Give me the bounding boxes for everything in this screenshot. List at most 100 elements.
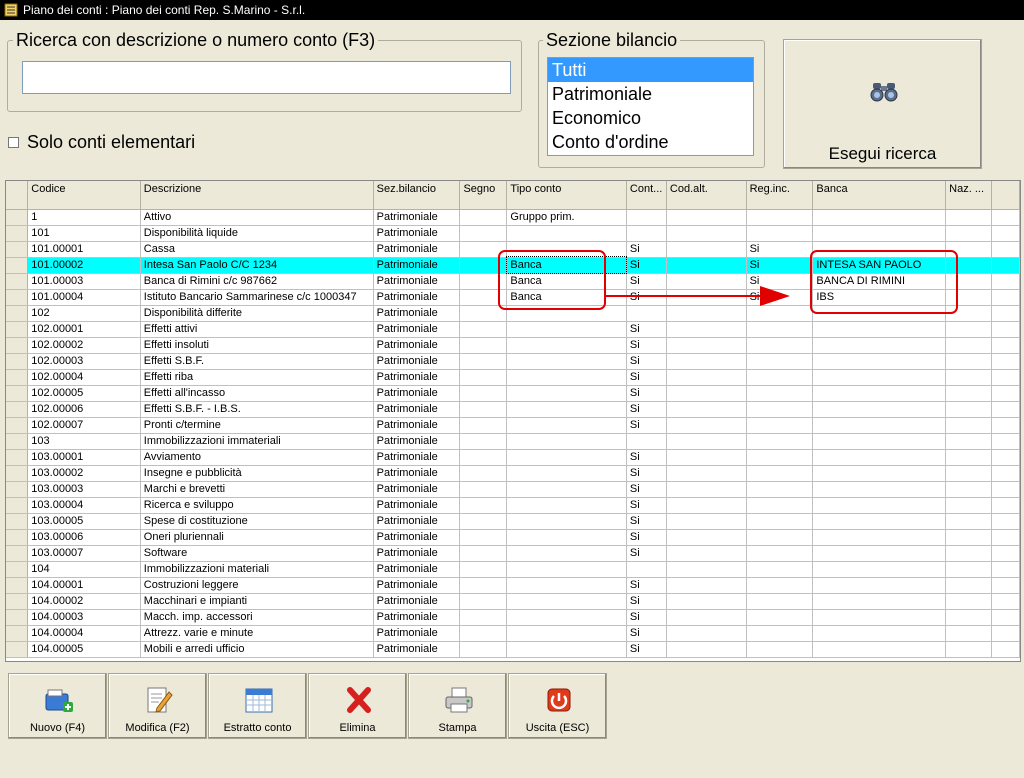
column-header[interactable]: Naz. ... [945,181,993,210]
row-header[interactable] [6,401,29,418]
checkbox-box[interactable] [8,137,19,148]
table-row[interactable]: 103 Immobilizzazioni immateriali Patrimoni… [6,433,1020,450]
table-cell[interactable]: Disponibilità liquide [140,225,374,242]
table-cell[interactable] [945,225,993,242]
table-cell[interactable] [459,577,508,594]
table-cell[interactable] [666,385,747,402]
table-cell[interactable] [746,465,814,482]
table-row[interactable]: 101.00003 Banca di Rimini c/c 987662 Patri… [6,273,1020,290]
table-cell[interactable] [812,433,947,450]
table-cell[interactable]: Si [746,257,814,274]
table-row[interactable]: 101.00002 Intesa San Paolo C/C 1234 Patrim… [6,256,1020,274]
table-cell[interactable] [459,369,508,386]
table-cell[interactable]: Si [626,369,667,386]
section-option-conto-ordine[interactable]: Conto d'ordine [548,130,753,154]
table-cell[interactable] [666,433,747,450]
table-cell[interactable]: Patrimoniale [373,385,461,402]
table-cell[interactable] [812,529,947,546]
table-cell[interactable] [666,465,747,482]
column-header[interactable]: Codice [27,181,141,210]
table-cell[interactable]: Insegne e pubblicità [140,465,374,482]
table-cell[interactable] [666,497,747,514]
row-header[interactable] [6,433,29,450]
table-cell[interactable]: 103.00005 [27,513,141,530]
table-cell[interactable] [506,481,627,498]
section-listbox[interactable]: Tutti Patrimoniale Economico Conto d'ord… [547,57,754,156]
table-cell[interactable] [506,641,627,658]
table-row[interactable]: 102.00007 Pronti c/termine Patrimoniale Si [6,417,1020,434]
column-header[interactable]: Cod.alt. [666,181,747,210]
table-cell[interactable]: Effetti attivi [140,321,374,338]
table-cell[interactable]: Patrimoniale [373,561,461,578]
table-cell[interactable] [746,561,814,578]
table-cell[interactable] [812,225,947,242]
table-row[interactable]: 102.00001 Effetti attivi Patrimoniale Si [6,321,1020,338]
table-cell[interactable]: 104.00002 [27,593,141,610]
row-header[interactable] [6,449,29,466]
edit-button[interactable]: Modifica (F2) [108,673,207,739]
table-cell[interactable]: 103.00007 [27,545,141,562]
table-cell[interactable] [945,321,993,338]
table-cell[interactable] [746,481,814,498]
table-row[interactable]: 103.00006 Oneri pluriennali Patrimoniale Si [6,529,1020,546]
table-cell[interactable] [812,321,947,338]
table-cell[interactable] [506,417,627,434]
table-cell[interactable]: Patrimoniale [373,625,461,642]
table-cell[interactable]: 1 [27,209,141,226]
table-cell[interactable]: 103 [27,433,141,450]
table-cell[interactable]: 101.00002 [27,257,141,274]
table-cell[interactable]: Oneri pluriennali [140,529,374,546]
table-cell[interactable] [626,433,667,450]
row-header[interactable] [6,609,29,626]
table-cell[interactable] [746,529,814,546]
table-cell[interactable] [506,449,627,466]
table-row[interactable]: 104.00001 Costruzioni leggere Patrimoniale… [6,577,1020,594]
table-cell[interactable]: Patrimoniale [373,529,461,546]
table-row[interactable]: 1 Attivo Patrimoniale Gruppo prim. [6,209,1020,226]
table-cell[interactable]: BANCA DI RIMINI [812,273,947,290]
column-header[interactable]: Sez.bilancio [373,181,461,210]
table-cell[interactable] [459,289,508,306]
table-cell[interactable]: IBS [812,289,947,306]
table-cell[interactable]: Banca [505,256,628,274]
table-cell[interactable] [459,353,508,370]
row-header[interactable] [6,353,29,370]
section-option-economico[interactable]: Economico [548,106,753,130]
table-row[interactable]: 103.00001 Avviamento Patrimoniale Si [6,449,1020,466]
table-row[interactable]: 104.00002 Macchinari e impianti Patrimonia… [6,593,1020,610]
table-cell[interactable] [506,369,627,386]
table-row[interactable]: 103.00007 Software Patrimoniale Si [6,545,1020,562]
table-cell[interactable]: Si [626,641,667,658]
row-header[interactable] [6,625,29,642]
table-cell[interactable] [746,225,814,242]
table-cell[interactable] [459,465,508,482]
table-cell[interactable] [945,529,993,546]
table-cell[interactable] [812,497,947,514]
table-cell[interactable] [666,577,747,594]
delete-button[interactable]: Elimina [308,673,407,739]
row-header[interactable] [6,225,29,242]
table-cell[interactable] [459,449,508,466]
table-cell[interactable] [459,497,508,514]
table-cell[interactable] [506,401,627,418]
table-cell[interactable]: 103.00006 [27,529,141,546]
table-cell[interactable] [459,305,508,322]
table-cell[interactable] [626,209,667,226]
table-cell[interactable]: Effetti all'incasso [140,385,374,402]
table-row[interactable]: 103.00004 Ricerca e sviluppo Patrimoniale S… [6,497,1020,514]
table-cell[interactable]: Patrimoniale [373,577,461,594]
statement-button[interactable]: Estratto conto [208,673,307,739]
table-cell[interactable] [506,241,627,258]
table-cell[interactable] [746,545,814,562]
table-cell[interactable]: Patrimoniale [373,401,461,418]
table-row[interactable]: 103.00002 Insegne e pubblicità Patrimonial… [6,465,1020,482]
table-cell[interactable]: Patrimoniale [373,465,461,482]
table-cell[interactable]: Si [626,545,667,562]
table-cell[interactable] [945,369,993,386]
table-cell[interactable]: Si [626,465,667,482]
table-cell[interactable]: Si [626,513,667,530]
table-cell[interactable] [459,529,508,546]
table-cell[interactable] [666,593,747,610]
table-cell[interactable] [666,273,747,290]
table-row[interactable]: 102.00006 Effetti S.B.F. - I.B.S. Patrimon… [6,401,1020,418]
